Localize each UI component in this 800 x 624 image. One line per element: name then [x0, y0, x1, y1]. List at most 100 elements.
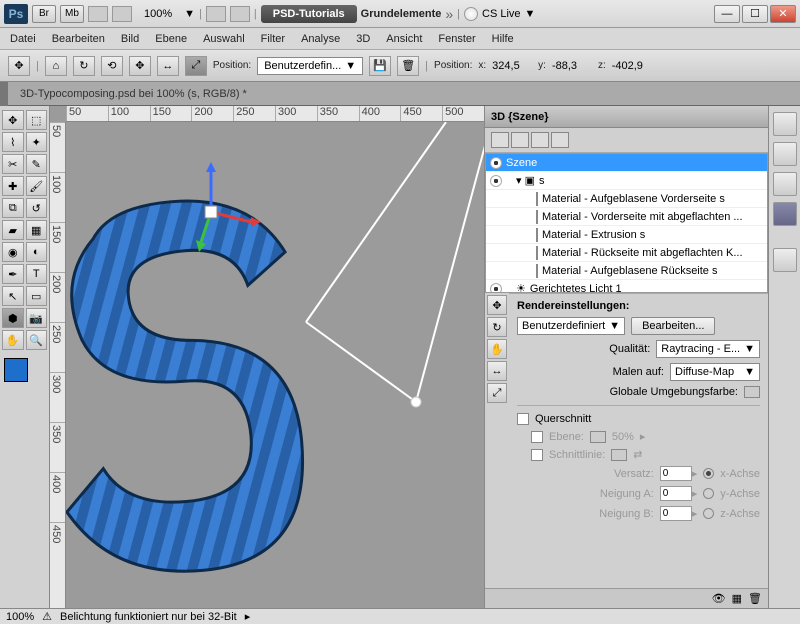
3d-camera-tool[interactable]: 📷 — [26, 308, 48, 328]
eyedropper-tool[interactable]: ✎ — [26, 154, 48, 174]
eye-icon[interactable] — [490, 283, 502, 294]
marquee-tool[interactable]: ⬚ — [26, 110, 48, 130]
tree-row-light[interactable]: ☀ Gerichtetes Licht 1 — [486, 280, 767, 293]
menu-hilfe[interactable]: Hilfe — [492, 33, 514, 45]
filter-meshes-icon[interactable] — [511, 132, 529, 148]
zoom-display[interactable]: 100% — [136, 6, 180, 22]
3d-rotate-icon[interactable]: ✥ — [487, 295, 507, 315]
minimize-button[interactable]: — — [714, 5, 740, 23]
tool-preset-icon[interactable]: ✥ — [8, 56, 30, 76]
menu-fenster[interactable]: Fenster — [438, 33, 475, 45]
pan-icon[interactable]: ✥ — [129, 56, 151, 76]
delete-icon[interactable]: 🗑 — [748, 592, 762, 605]
cslive-button[interactable]: CS Live ▼ — [464, 7, 535, 21]
dodge-tool[interactable]: ◐ — [26, 242, 48, 262]
stamp-tool[interactable]: ⧉ — [2, 198, 24, 218]
heal-tool[interactable]: ✚ — [2, 176, 24, 196]
menu-filter[interactable]: Filter — [261, 33, 285, 45]
dock-adjustments-icon[interactable] — [773, 248, 797, 272]
home-icon[interactable]: ⌂ — [45, 56, 67, 76]
zoom-icon[interactable] — [230, 6, 250, 22]
filter-materials-icon[interactable] — [531, 132, 549, 148]
dock-3d-icon[interactable] — [773, 202, 797, 226]
dock-color-icon[interactable] — [773, 112, 797, 136]
slide-icon[interactable]: ↔ — [157, 56, 179, 76]
3d-scale-icon[interactable]: ⤢ — [487, 383, 507, 403]
tree-row[interactable]: Material - Extrusion s — [486, 226, 767, 244]
eye-icon[interactable] — [490, 175, 502, 187]
filter-scene-icon[interactable] — [491, 132, 509, 148]
render-preset-dropdown[interactable]: Benutzerdefiniert▼ — [517, 317, 625, 335]
document-tab[interactable]: 3D-Typocomposing.psd bei 100% (s, RGB/8)… — [8, 82, 800, 106]
scene-tree[interactable]: Szene ▾ ▣ s Material - Aufgeblasene Vord… — [485, 153, 768, 293]
toolbox-collapse[interactable] — [0, 82, 8, 106]
canvas[interactable]: 50100150200250300350400450500 5010015020… — [50, 106, 484, 608]
blur-tool[interactable]: ◉ — [2, 242, 24, 262]
shape-tool[interactable]: ▭ — [26, 286, 48, 306]
3d-object-tool[interactable]: ⬢ — [2, 308, 24, 328]
dock-swatches-icon[interactable] — [773, 142, 797, 166]
minibridge-button[interactable]: Mb — [60, 5, 84, 23]
filter-lights-icon[interactable] — [551, 132, 569, 148]
cross-checkbox[interactable] — [517, 413, 529, 425]
chevron-right-icon[interactable]: » — [445, 6, 453, 22]
position-dropdown[interactable]: Benutzerdefin...▼ — [257, 57, 363, 75]
workspace-label[interactable]: Grundelemente — [361, 8, 442, 20]
panel-3d-tab[interactable]: 3D {Szene} — [485, 106, 768, 128]
menu-3d[interactable]: 3D — [356, 33, 370, 45]
hand-icon[interactable] — [206, 6, 226, 22]
menu-ansicht[interactable]: Ansicht — [386, 33, 422, 45]
menu-ebene[interactable]: Ebene — [155, 33, 187, 45]
workspace-pill[interactable]: PSD-Tutorials — [261, 5, 357, 23]
new-light-icon[interactable]: ▦ — [732, 592, 742, 605]
z-input[interactable]: -402,9 — [612, 60, 652, 72]
x-input[interactable]: 324,5 — [492, 60, 532, 72]
menu-analyse[interactable]: Analyse — [301, 33, 340, 45]
dock-styles-icon[interactable] — [773, 172, 797, 196]
paint-dropdown[interactable]: Diffuse-Map▼ — [670, 363, 760, 381]
y-input[interactable]: -88,3 — [552, 60, 592, 72]
scale-icon[interactable]: ⤢ — [185, 56, 207, 76]
crop-tool[interactable]: ✂ — [2, 154, 24, 174]
edit-button[interactable]: Bearbeiten... — [631, 317, 715, 335]
global-color-swatch[interactable] — [744, 386, 760, 398]
menu-bearbeiten[interactable]: Bearbeiten — [52, 33, 105, 45]
hand-tool[interactable]: ✋ — [2, 330, 24, 350]
color-swatches[interactable] — [2, 356, 47, 384]
3d-roll-icon[interactable]: ↻ — [487, 317, 507, 337]
status-zoom[interactable]: 100% — [6, 611, 34, 623]
eye-icon[interactable] — [490, 157, 502, 169]
menu-bild[interactable]: Bild — [121, 33, 139, 45]
tree-row[interactable]: Material - Vorderseite mit abgeflachten … — [486, 208, 767, 226]
gradient-tool[interactable]: ▦ — [26, 220, 48, 240]
foreground-swatch[interactable] — [4, 358, 28, 382]
toggle-lights-icon[interactable]: 👁 — [712, 592, 726, 605]
eraser-tool[interactable]: ▰ — [2, 220, 24, 240]
quality-dropdown[interactable]: Raytracing - E...▼ — [656, 340, 760, 358]
rotate-icon[interactable]: ↻ — [73, 56, 95, 76]
menu-auswahl[interactable]: Auswahl — [203, 33, 245, 45]
trash-icon[interactable]: 🗑 — [397, 56, 419, 76]
tree-row[interactable]: Material - Aufgeblasene Vorderseite s — [486, 190, 767, 208]
save-icon[interactable]: 💾 — [369, 56, 391, 76]
brush-tool[interactable]: 🖌 — [26, 176, 48, 196]
lasso-tool[interactable]: ⌇ — [2, 132, 24, 152]
type-tool[interactable]: T — [26, 264, 48, 284]
tree-row[interactable]: Material - Aufgeblasene Rückseite s — [486, 262, 767, 280]
move-tool[interactable]: ✥ — [2, 110, 24, 130]
path-tool[interactable]: ↖ — [2, 286, 24, 306]
tree-row[interactable]: Material - Rückseite mit abgeflachten K.… — [486, 244, 767, 262]
3d-pan-icon[interactable]: ✋ — [487, 339, 507, 359]
maximize-button[interactable]: ☐ — [742, 5, 768, 23]
tree-row-szene[interactable]: Szene — [486, 154, 767, 172]
zoom-tool[interactable]: 🔍 — [26, 330, 48, 350]
wand-tool[interactable]: ✦ — [26, 132, 48, 152]
close-button[interactable]: ✕ — [770, 5, 796, 23]
bridge-button[interactable]: Br — [32, 5, 56, 23]
pen-tool[interactable]: ✒ — [2, 264, 24, 284]
screenmode-icon[interactable] — [112, 6, 132, 22]
tree-row-s[interactable]: ▾ ▣ s — [486, 172, 767, 190]
roll-icon[interactable]: ⟲ — [101, 56, 123, 76]
history-brush-tool[interactable]: ↺ — [26, 198, 48, 218]
arrange-icon[interactable] — [88, 6, 108, 22]
